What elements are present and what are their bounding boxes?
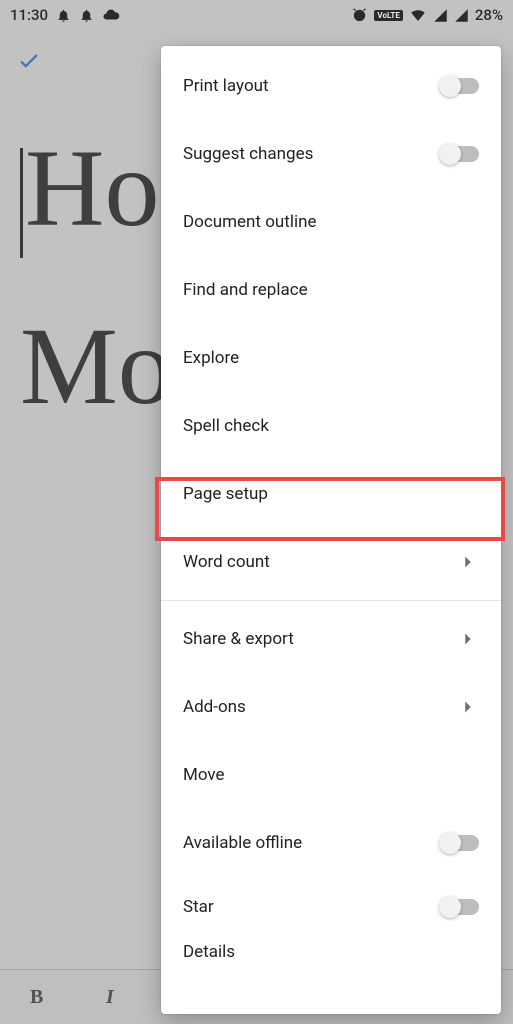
menu-add-ons[interactable]: Add-ons	[161, 673, 501, 741]
menu-suggest-changes[interactable]: Suggest changes	[161, 120, 501, 188]
notification-bell-icon	[56, 8, 71, 23]
status-bar: 11:30 VoLTE 28%	[0, 0, 513, 30]
menu-item-label: Word count	[183, 552, 457, 572]
chevron-right-icon	[457, 696, 479, 718]
menu-item-label: Document outline	[183, 212, 479, 232]
menu-item-label: Suggest changes	[183, 144, 441, 164]
menu-explore[interactable]: Explore	[161, 324, 501, 392]
alarm-icon	[351, 7, 368, 24]
menu-item-label: Available offline	[183, 833, 441, 853]
menu-item-label: Star	[183, 897, 441, 917]
menu-separator	[161, 600, 501, 601]
menu-item-label: Find and replace	[183, 280, 479, 300]
signal-icon	[433, 8, 448, 23]
toggle-switch[interactable]	[441, 899, 479, 915]
toggle-switch[interactable]	[441, 146, 479, 162]
battery-percent: 28%	[475, 6, 503, 24]
chevron-right-icon	[457, 628, 479, 650]
menu-star[interactable]: Star	[161, 877, 501, 937]
menu-item-label: Details	[183, 942, 479, 962]
cloud-icon	[102, 6, 120, 24]
volte-badge: VoLTE	[374, 10, 402, 21]
overflow-menu: Print layout Suggest changes Document ou…	[161, 46, 501, 1014]
menu-share-export[interactable]: Share & export	[161, 605, 501, 673]
wifi-icon	[409, 6, 427, 24]
menu-page-setup[interactable]: Page setup	[161, 460, 501, 528]
toggle-switch[interactable]	[441, 835, 479, 851]
menu-item-label: Add-ons	[183, 697, 457, 717]
menu-item-label: Explore	[183, 348, 479, 368]
status-time: 11:30	[10, 6, 48, 24]
menu-document-outline[interactable]: Document outline	[161, 188, 501, 256]
menu-spell-check[interactable]: Spell check	[161, 392, 501, 460]
menu-item-label: Page setup	[183, 484, 479, 504]
menu-item-label: Spell check	[183, 416, 479, 436]
menu-move[interactable]: Move	[161, 741, 501, 809]
menu-word-count[interactable]: Word count	[161, 528, 501, 596]
menu-item-label: Move	[183, 765, 479, 785]
signal-icon	[454, 8, 469, 23]
menu-item-label: Share & export	[183, 629, 457, 649]
menu-print-layout[interactable]: Print layout	[161, 52, 501, 120]
menu-details[interactable]: Details	[161, 937, 501, 967]
chevron-right-icon	[457, 551, 479, 573]
menu-available-offline[interactable]: Available offline	[161, 809, 501, 877]
menu-item-label: Print layout	[183, 76, 441, 96]
toggle-switch[interactable]	[441, 78, 479, 94]
menu-find-replace[interactable]: Find and replace	[161, 256, 501, 324]
notification-bell-icon	[79, 8, 94, 23]
